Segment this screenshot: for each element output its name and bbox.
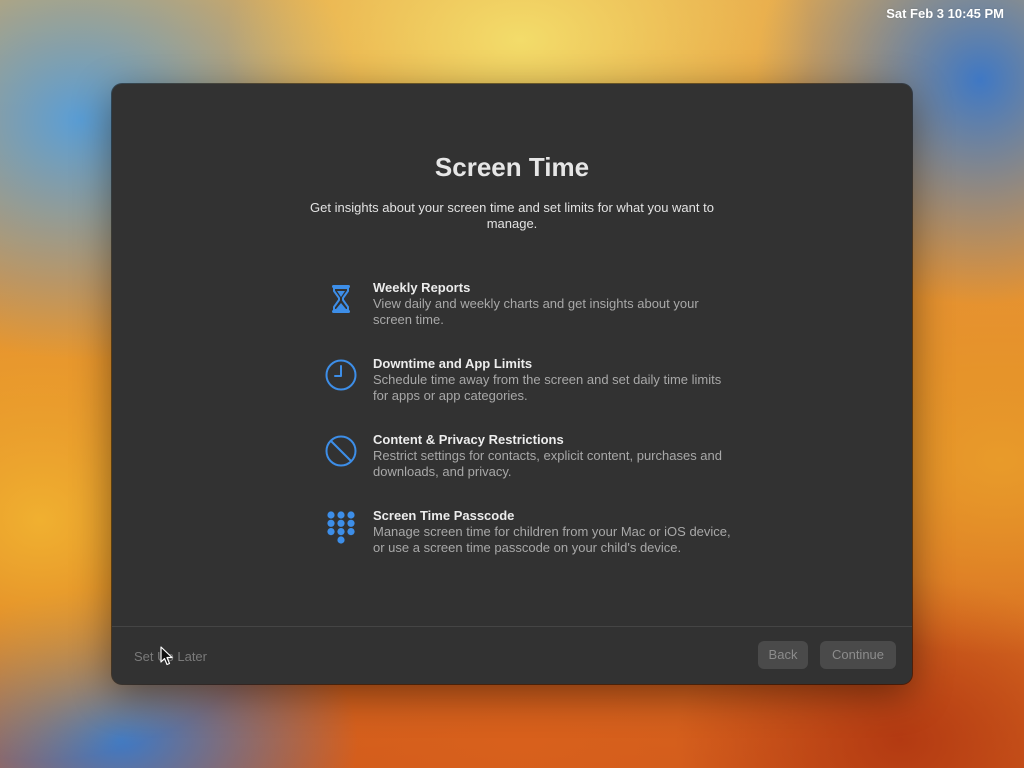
hourglass-icon: [322, 280, 360, 318]
back-button[interactable]: Back: [758, 641, 808, 669]
feature-description: Schedule time away from the screen and s…: [373, 372, 722, 403]
feature-content-privacy: Content & Privacy Restrictions Restrict …: [322, 432, 732, 508]
dialog-footer: Set Up Later Back Continue: [112, 626, 912, 684]
mouse-cursor-icon: [160, 646, 173, 666]
feature-screen-time-passcode: Screen Time Passcode Manage screen time …: [322, 508, 732, 584]
feature-description: Restrict settings for contacts, explicit…: [373, 448, 723, 479]
feature-weekly-reports: Weekly Reports View daily and weekly cha…: [322, 280, 732, 356]
feature-description: Manage screen time for children from you…: [373, 524, 731, 555]
feature-title: Content & Privacy Restrictions: [373, 432, 564, 447]
feature-description: View daily and weekly charts and get ins…: [373, 296, 699, 327]
feature-title: Screen Time Passcode: [373, 508, 515, 523]
continue-button[interactable]: Continue: [820, 641, 896, 669]
feature-title: Downtime and App Limits: [373, 356, 533, 371]
page-subtitle: Get insights about your screen time and …: [310, 200, 714, 231]
keypad-icon: [322, 508, 360, 546]
screen-time-dialog: Screen Time Get insights about your scre…: [112, 84, 912, 684]
feature-downtime-app-limits: Downtime and App Limits Schedule time aw…: [322, 356, 732, 432]
feature-list: Weekly Reports View daily and weekly cha…: [322, 280, 732, 584]
menubar-clock[interactable]: Sat Feb 3 10:45 PM: [886, 6, 1004, 21]
clock-icon: [322, 356, 360, 394]
prohibited-icon: [322, 432, 360, 470]
desktop-wallpaper: Sat Feb 3 10:45 PM Screen Time Get insig…: [0, 0, 1024, 768]
feature-title: Weekly Reports: [373, 280, 471, 295]
page-title: Screen Time: [434, 152, 590, 182]
